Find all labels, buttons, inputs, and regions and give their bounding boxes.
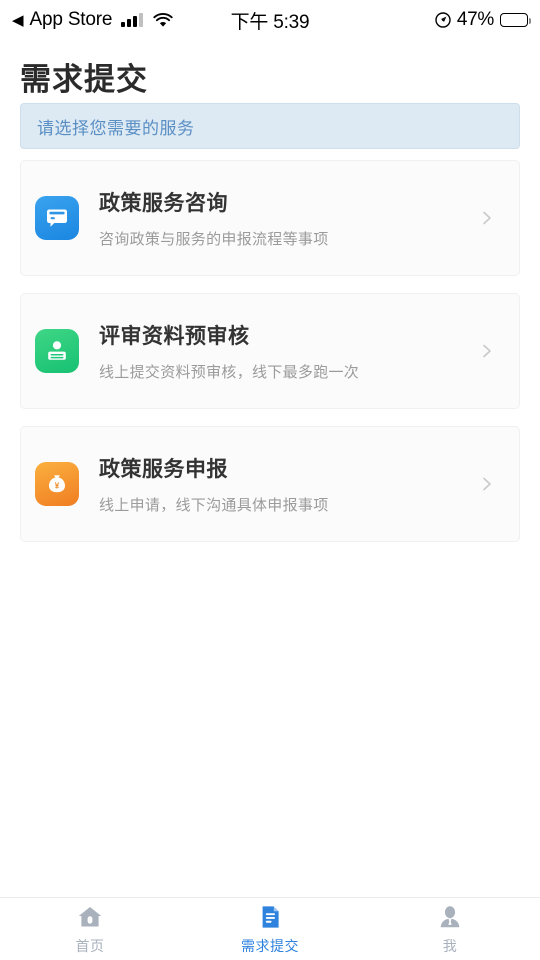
tab-profile-label: 我	[442, 937, 458, 954]
app-screen: ◀ App Store 下午 5:39 47% 需求提交 请选择您需要的服务 政…	[0, 0, 540, 960]
service-card-list: 政策服务咨询 咨询政策与服务的申报流程等事项 评审资料预审核 线上提交资料预审核…	[20, 160, 520, 559]
page-title: 需求提交	[20, 62, 148, 97]
service-card-text: 政策服务咨询 咨询政策与服务的申报流程等事项	[99, 187, 329, 249]
service-card-text: 评审资料预审核 线上提交资料预审核，线下最多跑一次	[99, 320, 359, 382]
status-bar: ◀ App Store 下午 5:39 47%	[0, 0, 540, 40]
home-icon	[76, 903, 104, 931]
service-card-policy-apply[interactable]: ¥ 政策服务申报 线上申请，线下沟通具体申报事项	[20, 426, 520, 542]
battery-icon	[500, 13, 531, 27]
chevron-right-icon[interactable]	[479, 210, 495, 226]
chevron-right-icon[interactable]	[479, 343, 495, 359]
id-card-person-icon	[35, 329, 79, 373]
document-icon	[256, 903, 284, 931]
svg-text:¥: ¥	[55, 480, 60, 490]
service-hint-label: 请选择您需要的服务	[37, 118, 195, 138]
tab-requirement-submit[interactable]: 需求提交	[180, 898, 360, 960]
money-bag-icon: ¥	[35, 462, 79, 506]
service-hint-banner: 请选择您需要的服务	[20, 103, 520, 149]
service-title: 评审资料预审核	[99, 325, 250, 348]
chat-bubble-icon	[35, 196, 79, 240]
service-card-policy-consult[interactable]: 政策服务咨询 咨询政策与服务的申报流程等事项	[20, 160, 520, 276]
service-title: 政策服务咨询	[99, 192, 228, 215]
service-subtitle: 线上提交资料预审核，线下最多跑一次	[99, 364, 360, 381]
person-icon	[436, 903, 464, 931]
service-subtitle: 咨询政策与服务的申报流程等事项	[99, 231, 329, 248]
tab-home[interactable]: 首页	[0, 898, 180, 960]
tab-requirement-submit-label: 需求提交	[241, 937, 299, 954]
bottom-tab-bar: 首页 需求提交 我	[0, 897, 540, 960]
status-bar-right: 47%	[435, 9, 531, 31]
service-subtitle: 线上申请，线下沟通具体申报事项	[99, 497, 329, 514]
service-card-material-prereview[interactable]: 评审资料预审核 线上提交资料预审核，线下最多跑一次	[20, 293, 520, 409]
tab-profile[interactable]: 我	[360, 898, 540, 960]
tab-home-label: 首页	[75, 937, 105, 954]
location-arrow-icon	[435, 12, 451, 28]
service-card-text: 政策服务申报 线上申请，线下沟通具体申报事项	[99, 453, 329, 515]
service-title: 政策服务申报	[99, 458, 228, 481]
chevron-right-icon[interactable]	[479, 476, 495, 492]
battery-percent-label: 47%	[456, 9, 494, 30]
